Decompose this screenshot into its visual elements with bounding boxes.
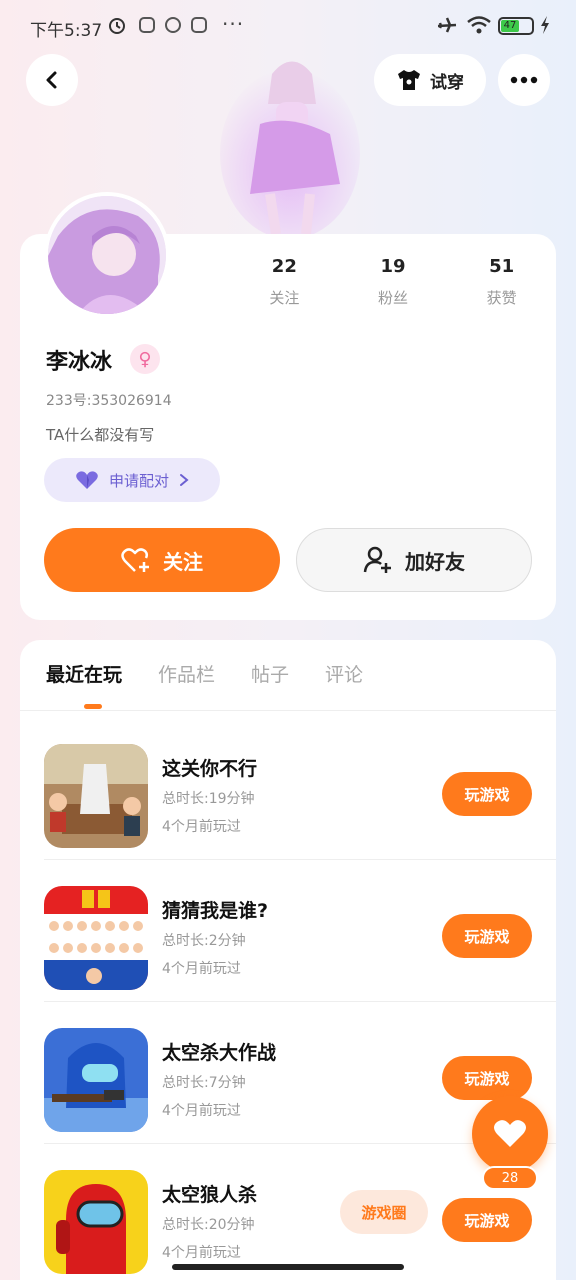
add-user-icon <box>363 546 391 573</box>
charging-icon <box>541 16 549 34</box>
game-thumbnail-4 <box>44 1170 148 1274</box>
battery-level: 47 <box>501 20 519 32</box>
status-time: 下午5:37 <box>30 21 103 41</box>
battery-icon: 47 <box>498 17 534 35</box>
game-last-played: 4个月前玩过 <box>162 1103 241 1119</box>
like-count-badge: 28 <box>482 1166 538 1190</box>
home-indicator[interactable] <box>172 1264 404 1270</box>
tab-posts[interactable]: 帖子 <box>251 660 289 700</box>
stat-likes-label: 获赞 <box>486 289 517 307</box>
tab-active-indicator <box>84 704 102 709</box>
try-on-button[interactable]: 试穿 <box>374 54 486 106</box>
game-last-played: 4个月前玩过 <box>162 1245 241 1261</box>
play-game-button[interactable]: 玩游戏 <box>442 772 532 816</box>
double-heart-icon <box>76 471 98 489</box>
stat-followers-label: 粉丝 <box>378 289 409 307</box>
game-name: 太空狼人杀 <box>162 1184 258 1206</box>
game-duration: 总时长:7分钟 <box>162 1075 246 1091</box>
tab-works[interactable]: 作品栏 <box>158 660 215 700</box>
tab-divider <box>20 710 556 711</box>
tab-comments[interactable]: 评论 <box>325 660 363 700</box>
heart-plus-icon <box>121 548 149 572</box>
profile-stats: 22 关注 19 粉丝 51 获赞 <box>230 256 556 316</box>
stat-following-count: 22 <box>271 256 297 277</box>
profile-tabs: 最近在玩 作品栏 帖子 评论 <box>46 660 363 700</box>
like-button[interactable] <box>472 1096 548 1172</box>
stat-followers-count: 19 <box>380 256 406 277</box>
stat-following[interactable]: 22 关注 <box>230 256 339 316</box>
game-last-played: 4个月前玩过 <box>162 961 241 977</box>
game-icon-image[interactable] <box>44 1170 148 1274</box>
game-row[interactable]: 猜猜我是谁? 总时长:2分钟 4个月前玩过 玩游戏 <box>44 860 556 1002</box>
app-notification-icon-2 <box>165 17 181 33</box>
user-id: 233号:353026914 <box>46 393 172 409</box>
play-game-button[interactable]: 玩游戏 <box>442 1198 532 1242</box>
app-notification-icon-3 <box>191 17 207 33</box>
game-name: 这关你不行 <box>162 758 258 780</box>
add-friend-label: 加好友 <box>405 549 465 574</box>
stat-followers[interactable]: 19 粉丝 <box>339 256 448 316</box>
app-notification-icon <box>139 17 155 33</box>
try-on-label: 试穿 <box>430 72 464 93</box>
stat-likes[interactable]: 51 获赞 <box>447 256 556 316</box>
tab-recent-played[interactable]: 最近在玩 <box>46 660 122 700</box>
game-last-played: 4个月前玩过 <box>162 819 241 835</box>
username: 李冰冰 <box>46 350 113 375</box>
game-row[interactable]: 这关你不行 总时长:19分钟 4个月前玩过 玩游戏 <box>44 718 556 860</box>
more-dots-icon <box>510 76 538 84</box>
more-options-button[interactable] <box>498 54 550 106</box>
back-button[interactable] <box>26 54 78 106</box>
stat-likes-count: 51 <box>489 256 515 277</box>
chevron-right-icon <box>180 474 189 486</box>
bio: TA什么都没有写 <box>46 426 155 444</box>
game-duration: 总时长:19分钟 <box>162 791 255 807</box>
tshirt-icon <box>398 70 420 90</box>
play-game-button[interactable]: 玩游戏 <box>442 1056 532 1100</box>
game-icon-image[interactable] <box>44 886 148 990</box>
wifi-icon <box>467 16 491 34</box>
add-friend-button[interactable]: 加好友 <box>296 528 532 592</box>
request-pair-button[interactable]: 申请配对 <box>44 458 220 502</box>
game-thumbnail-2 <box>44 886 148 990</box>
heart-icon <box>494 1120 526 1147</box>
avatar-image <box>48 196 166 314</box>
game-name: 猜猜我是谁? <box>162 900 269 922</box>
game-duration: 总时长:2分钟 <box>162 933 246 949</box>
game-name: 太空杀大作战 <box>162 1042 277 1064</box>
chevron-left-icon <box>46 71 57 89</box>
follow-label: 关注 <box>163 549 203 574</box>
game-row[interactable]: 太空狼人杀 总时长:20分钟 4个月前玩过 玩游戏 <box>44 1144 556 1280</box>
game-thumbnail-3 <box>44 1028 148 1132</box>
female-gender-icon: ♀ <box>130 344 160 374</box>
status-more-dots: ··· <box>222 12 245 36</box>
game-duration: 总时长:20分钟 <box>162 1217 255 1233</box>
follow-button[interactable]: 关注 <box>44 528 280 592</box>
character-figure-image <box>220 61 360 234</box>
airplane-mode-icon <box>437 17 457 33</box>
play-game-button[interactable]: 玩游戏 <box>442 914 532 958</box>
avatar[interactable] <box>44 192 170 318</box>
game-thumbnail-1 <box>44 744 148 848</box>
game-icon-image[interactable] <box>44 1028 148 1132</box>
stat-following-label: 关注 <box>269 289 300 307</box>
request-pair-label: 申请配对 <box>108 471 169 490</box>
game-icon-image[interactable] <box>44 744 148 848</box>
game-circle-button[interactable]: 游戏圈 <box>340 1190 428 1234</box>
alarm-icon <box>109 18 125 34</box>
